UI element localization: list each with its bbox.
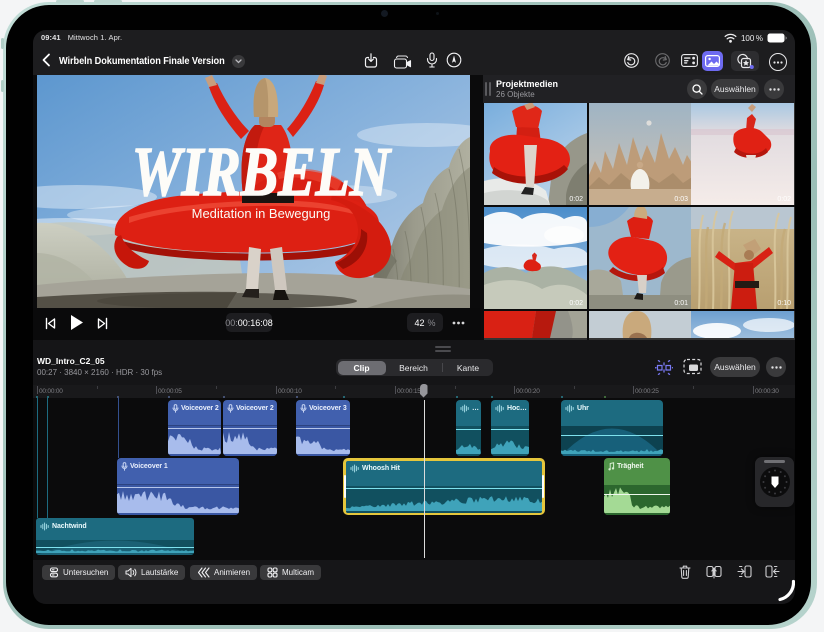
svg-text:WIRBELN: WIRBELN (132, 133, 392, 210)
svg-text:Meditation in Bewegung: Meditation in Bewegung (192, 206, 331, 221)
